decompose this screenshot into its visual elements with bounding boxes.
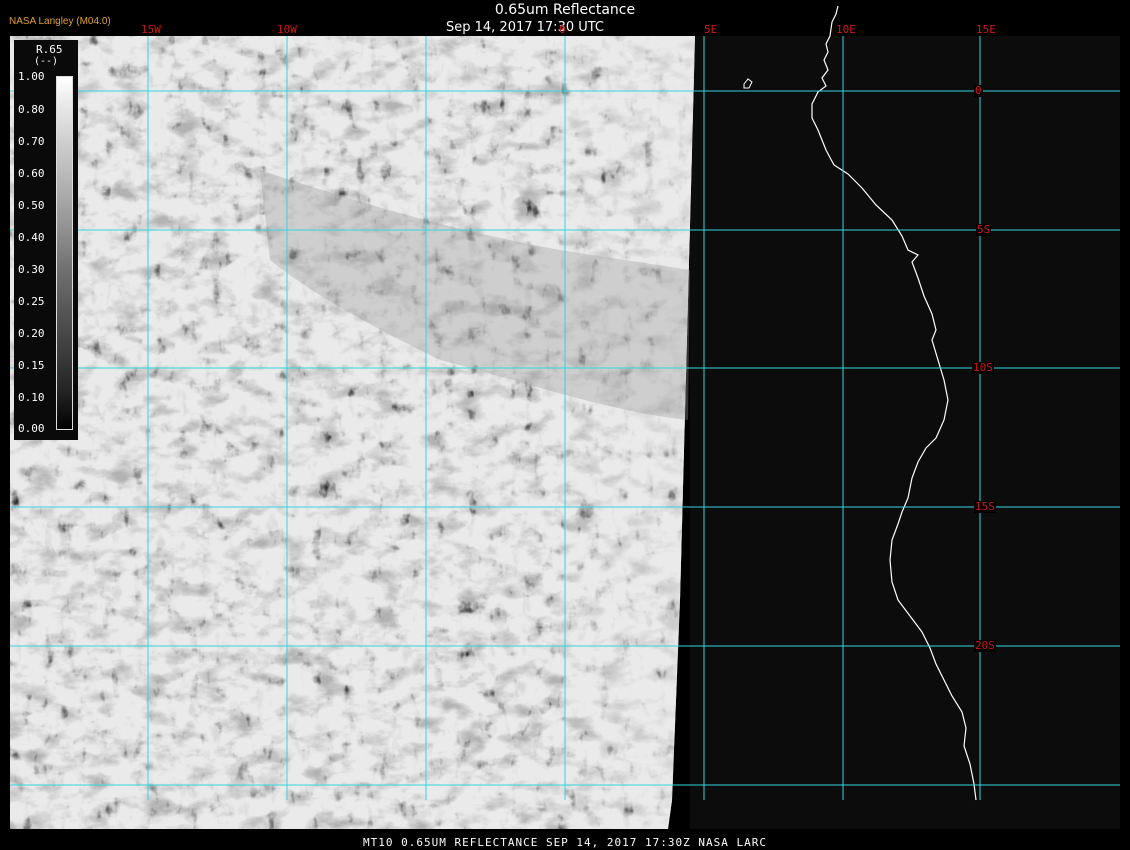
legend-tick: 0.00 xyxy=(18,422,45,435)
legend-tick: 0.60 xyxy=(18,167,45,180)
legend-colorbar xyxy=(56,76,73,430)
lon-label-5e: 5E xyxy=(704,23,718,36)
satellite-map xyxy=(0,0,1130,850)
lat-label-0: 0 xyxy=(974,84,983,97)
lon-label-15w: 15W xyxy=(141,23,161,36)
legend-tick: 0.10 xyxy=(18,391,45,404)
lat-label-5s: 5S xyxy=(976,223,992,236)
legend-tick: 0.40 xyxy=(18,231,45,244)
legend-tick: 0.25 xyxy=(18,295,45,308)
cloud-layer-2 xyxy=(10,36,695,829)
lon-label-10e: 10E xyxy=(836,23,856,36)
org-label: NASA Langley (M04.0) xyxy=(9,16,111,27)
legend-tick: 1.00 xyxy=(18,70,45,83)
legend-tick: 0.15 xyxy=(18,359,45,372)
land-region xyxy=(690,36,1120,829)
lat-label-10s: 10S xyxy=(972,361,994,374)
legend-tick: 0.70 xyxy=(18,135,45,148)
lat-label-15s: 15S xyxy=(974,500,996,513)
color-legend: R.65 (--) 1.00 0.80 0.70 0.60 0.50 0.40 … xyxy=(14,40,78,440)
map-datetime: Sep 14, 2017 17:30 UTC xyxy=(445,20,605,35)
legend-tick: 0.50 xyxy=(18,199,45,212)
lat-label-20s: 20S xyxy=(974,639,996,652)
legend-title: R.65 xyxy=(36,43,63,56)
legend-tick: 0.30 xyxy=(18,263,45,276)
legend-tick: 0.80 xyxy=(18,103,45,116)
lon-label-0: 0 xyxy=(559,23,566,36)
legend-tick: 0.20 xyxy=(18,327,45,340)
lon-label-15e: 15E xyxy=(976,23,996,36)
footer-caption: MT10 0.65UM REFLECTANCE SEP 14, 2017 17:… xyxy=(363,836,767,849)
map-title: 0.65um Reflectance xyxy=(494,2,636,18)
lon-label-10w: 10W xyxy=(277,23,297,36)
legend-units: (--) xyxy=(34,56,59,67)
